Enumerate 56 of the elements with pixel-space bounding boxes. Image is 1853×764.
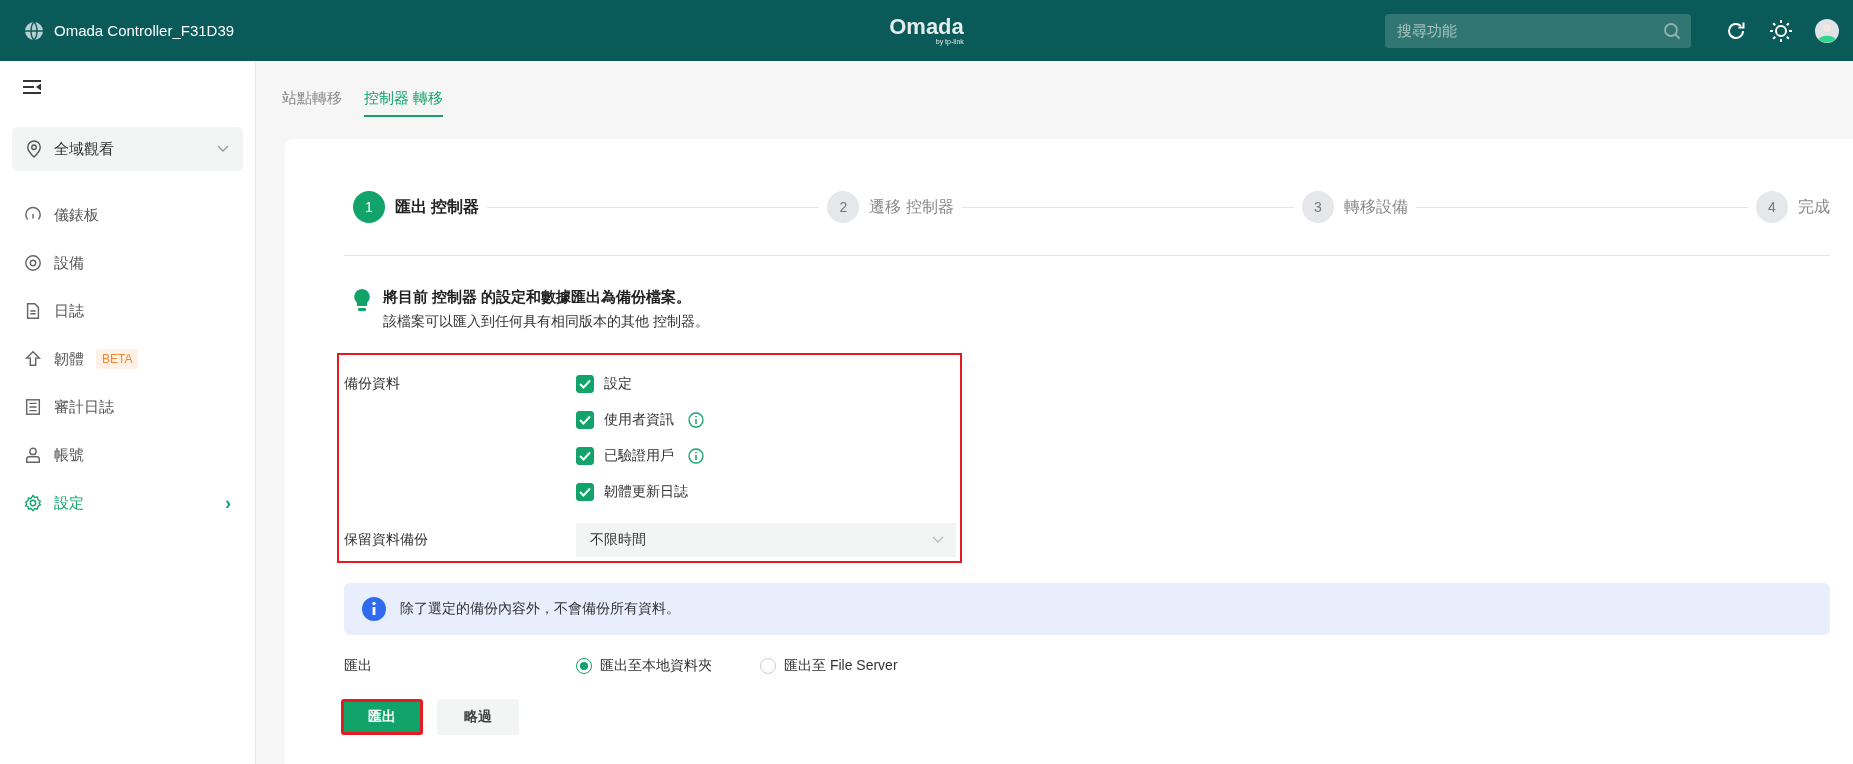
field-label: 備份資料 [344, 375, 401, 393]
checkbox-label: 韌體更新日誌 [604, 483, 688, 501]
step-number: 1 [353, 191, 385, 223]
checkbox[interactable] [576, 411, 594, 429]
sidebar-item[interactable]: 韌體 BETA [12, 335, 243, 383]
checkbox[interactable] [576, 447, 594, 465]
checkbox-label: 使用者資訊 [604, 411, 674, 429]
globe-icon [24, 20, 44, 41]
skip-button[interactable]: 略過 [437, 699, 519, 735]
step-label: 匯出 控制器 [395, 196, 480, 217]
checkbox[interactable] [576, 483, 594, 501]
chevron-down-icon [932, 536, 944, 544]
step-label: 遷移 控制器 [869, 196, 954, 217]
step-number: 4 [1756, 191, 1788, 223]
sidebar-item[interactable]: 帳號 [12, 431, 243, 479]
sidebar-item[interactable]: 設備 [12, 239, 243, 287]
sidebar-item[interactable]: 儀錶板 [12, 191, 243, 239]
info-icon[interactable] [688, 412, 704, 428]
retention-dropdown[interactable]: 不限時間 [576, 523, 956, 557]
logo-text: Omada [889, 16, 964, 38]
chevron-down-icon [217, 145, 229, 153]
list-icon [24, 398, 42, 416]
user-icon [24, 446, 42, 464]
field-label: 匯出 [344, 657, 373, 675]
site-select[interactable]: 全域觀看 [12, 127, 243, 171]
notice-text: 除了選定的備份內容外，不會備份所有資料。 [400, 600, 680, 618]
step-label: 完成 [1798, 196, 1830, 217]
location-pin-icon [26, 140, 42, 158]
radio-label: 匯出至 File Server [784, 657, 898, 675]
search-icon [1663, 21, 1681, 40]
document-icon [24, 302, 42, 320]
sidebar-item[interactable]: 審計日誌 [12, 383, 243, 431]
settings-icon [24, 494, 42, 512]
search-field[interactable]: 搜尋功能 [1385, 13, 1691, 48]
up-arrow-icon [24, 350, 42, 368]
checkbox[interactable] [576, 375, 594, 393]
target-icon [24, 254, 42, 272]
lightbulb-icon [353, 288, 371, 314]
chevron-right-icon: › [225, 492, 231, 514]
intro-text: 該檔案可以匯入到任何具有相同版本的其他 控制器。 [383, 313, 709, 331]
step-label: 轉移設備 [1343, 196, 1408, 217]
beta-badge: BETA [96, 349, 139, 369]
intro-title: 將目前 控制器 的設定和數據匯出為備份檔案。 [383, 288, 693, 307]
sidebar-item[interactable]: 日誌 [12, 287, 243, 335]
checkbox-label: 設定 [604, 375, 632, 393]
step-number: 2 [827, 191, 860, 223]
info-icon[interactable] [688, 448, 704, 464]
checkbox-label: 已驗證用戶 [604, 447, 674, 465]
field-label: 保留資料備份 [344, 531, 429, 549]
radio-label: 匯出至本地資料夾 [600, 657, 712, 675]
sun-icon[interactable] [1769, 18, 1793, 43]
menu-collapse-icon[interactable] [22, 79, 42, 95]
step-number: 3 [1301, 191, 1334, 223]
info-icon [362, 597, 386, 621]
avatar-icon[interactable] [1815, 18, 1839, 43]
controller-title: Omada Controller_F31D39 [54, 22, 235, 39]
